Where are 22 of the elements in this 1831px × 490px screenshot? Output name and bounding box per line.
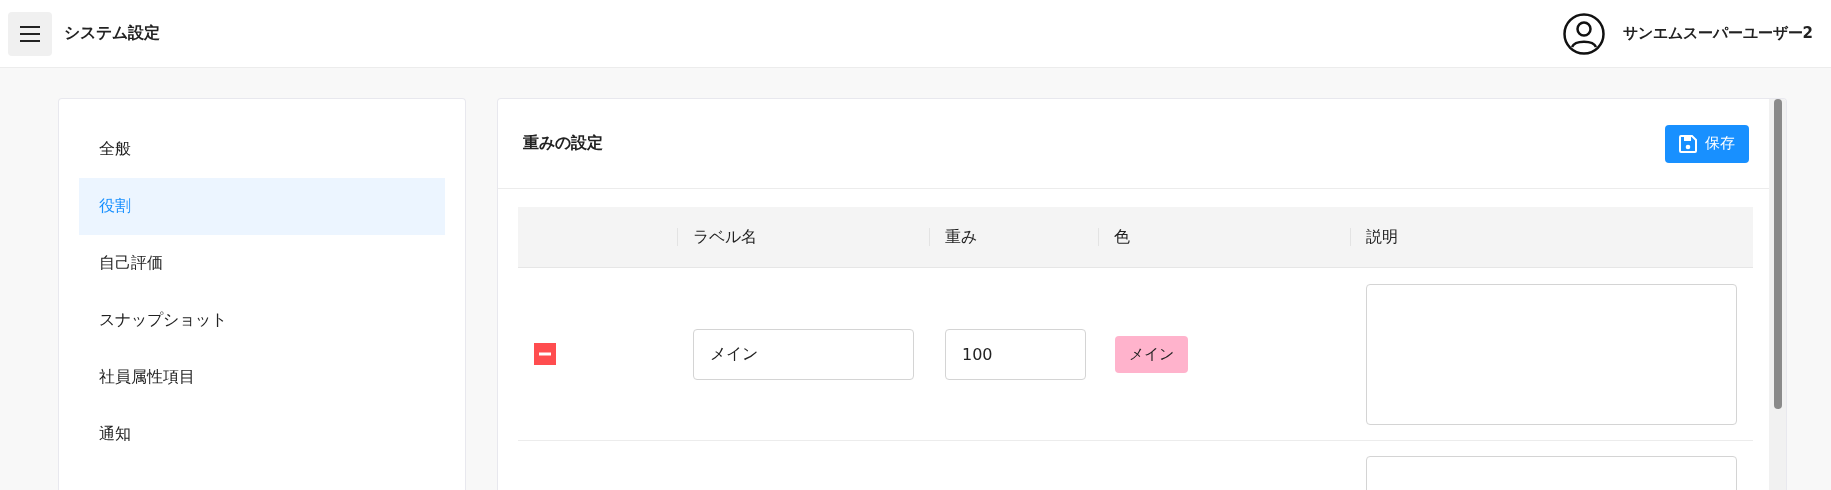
panel-title: 重みの設定 bbox=[523, 133, 603, 154]
color-tag[interactable]: メイン bbox=[1115, 335, 1188, 373]
save-icon bbox=[1679, 134, 1697, 153]
sidebar-item[interactable]: 社員属性項目 bbox=[79, 349, 445, 406]
sidebar-item[interactable]: 通知 bbox=[79, 406, 445, 463]
column-header: 重み bbox=[945, 226, 977, 248]
sidebar-item[interactable]: 自己評価 bbox=[79, 235, 445, 292]
description-field[interactable] bbox=[1366, 283, 1737, 425]
menu-button[interactable] bbox=[8, 11, 52, 56]
column-header: 色 bbox=[1114, 226, 1130, 248]
user-name: サンエムスーパーユーザー2 bbox=[1622, 24, 1813, 43]
sidebar-item[interactable]: 全般 bbox=[79, 121, 445, 178]
menu-icon bbox=[20, 25, 40, 42]
user-avatar-icon[interactable] bbox=[1562, 12, 1605, 55]
label-name-field[interactable]: メイン bbox=[693, 328, 914, 380]
app-title: システム設定 bbox=[64, 23, 161, 44]
sidebar-item[interactable]: スナップショット bbox=[79, 292, 445, 349]
scrollbar[interactable] bbox=[1769, 99, 1786, 490]
remove-icon[interactable] bbox=[534, 343, 556, 365]
column-header: 説明 bbox=[1366, 226, 1398, 248]
column-header: ラベル名 bbox=[693, 226, 757, 248]
weight-field[interactable]: 100 bbox=[945, 328, 1086, 380]
